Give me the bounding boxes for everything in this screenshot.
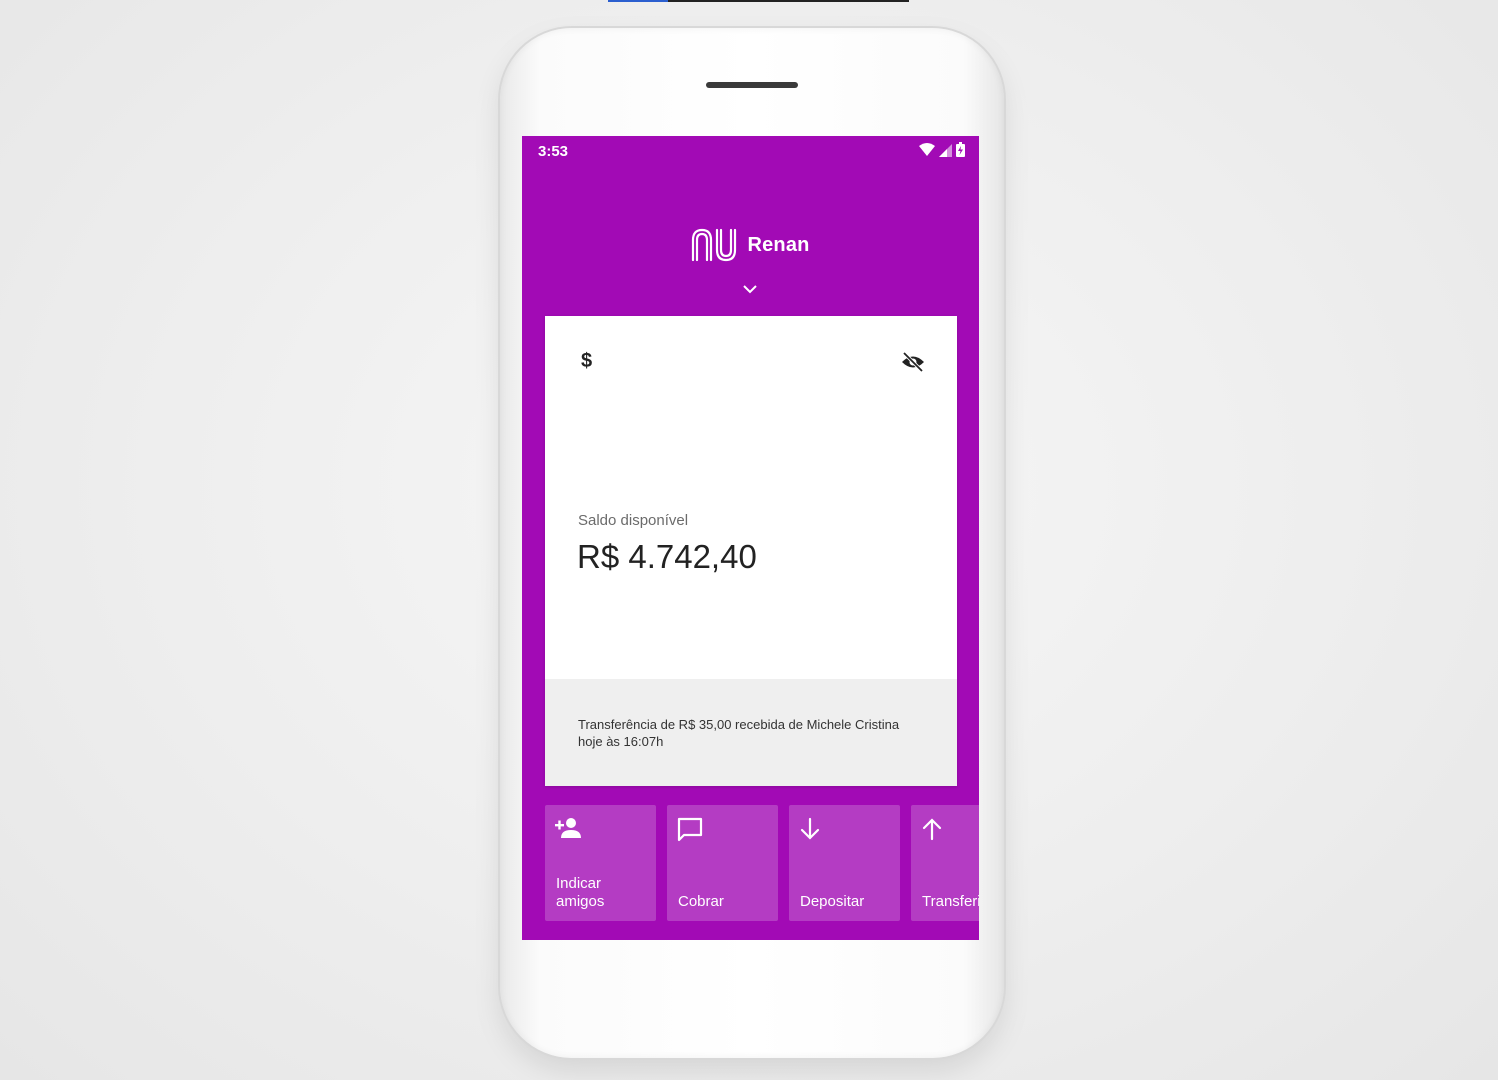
status-icons [919, 142, 965, 157]
shortcut-label: Indicar amigos [556, 875, 604, 911]
last-transaction-notice[interactable]: Transferência de R$ 35,00 recebida de Mi… [545, 679, 957, 786]
user-name: Renan [747, 233, 810, 256]
shortcut-indicar-amigos[interactable]: Indicar amigos [545, 805, 656, 921]
shortcut-label-line1: Indicar [556, 875, 602, 892]
top-progress-accent [608, 0, 668, 2]
status-bar: 3:53 [522, 136, 979, 166]
status-time: 3:53 [538, 143, 569, 160]
dollar-icon: $ [581, 350, 593, 372]
last-transaction-line2: hoje às 16:07h [578, 734, 664, 749]
shortcut-label-line2: Transferir [922, 893, 979, 910]
shortcut-cobrar[interactable]: Cobrar [667, 805, 778, 921]
shortcut-transferir[interactable]: Transferir [911, 805, 979, 921]
phone-device: 3:53 Renan $ Saldo disponível R$ 4.742,4… [500, 28, 1004, 1058]
signal-icon [939, 144, 952, 157]
account-header-row: Renan [691, 226, 809, 264]
balance-value: R$ 4.742,40 [577, 538, 757, 575]
phone-speaker [706, 82, 798, 88]
shortcuts-carousel[interactable]: Indicar amigos Cobrar Depositar Transfer [545, 805, 979, 921]
eye-off-icon[interactable] [901, 352, 925, 372]
battery-icon [956, 142, 965, 157]
chat-bubble-icon [677, 817, 703, 842]
shortcut-label-line2: Cobrar [678, 893, 724, 910]
chevron-down-icon[interactable] [742, 284, 758, 294]
shortcut-label: Depositar [800, 893, 864, 911]
app-screen: 3:53 Renan $ Saldo disponível R$ 4.742,4… [522, 136, 979, 940]
last-transaction-line1: Transferência de R$ 35,00 recebida de Mi… [578, 717, 900, 732]
photo-background: 3:53 Renan $ Saldo disponível R$ 4.742,4… [0, 0, 1498, 1080]
last-transaction-text: Transferência de R$ 35,00 recebida de Mi… [578, 716, 928, 750]
person-add-icon [555, 818, 581, 838]
shortcut-label: Transferir [922, 893, 979, 911]
shortcut-depositar[interactable]: Depositar [789, 805, 900, 921]
wifi-icon [919, 143, 935, 156]
balance-label: Saldo disponível [578, 512, 689, 529]
account-header[interactable]: Renan [522, 226, 979, 269]
arrow-up-icon [922, 818, 942, 841]
balance-card[interactable]: $ Saldo disponível R$ 4.742,40 Transferê… [545, 316, 957, 786]
shortcut-label: Cobrar [678, 893, 724, 911]
arrow-down-icon [800, 817, 820, 840]
top-progress-strip [608, 0, 909, 2]
shortcut-label-line2: amigos [556, 893, 605, 910]
shortcut-label-line2: Depositar [800, 893, 865, 910]
nu-logo [692, 228, 737, 262]
